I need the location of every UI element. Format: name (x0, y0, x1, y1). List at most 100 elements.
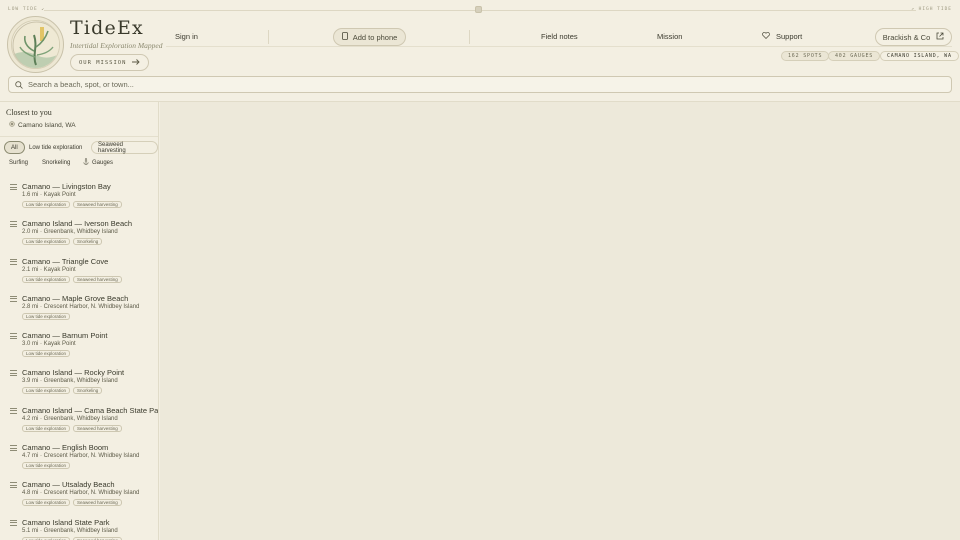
spot-tags: Low tide explorationSeaweed harvesting (22, 499, 122, 507)
sidebar-rule (0, 136, 158, 137)
drag-handle-icon[interactable] (10, 407, 17, 414)
add-to-phone-button[interactable]: Add to phone (333, 28, 406, 46)
support-label: Support (776, 32, 803, 41)
map-canvas[interactable] (160, 102, 960, 540)
spot-tag: Low tide exploration (22, 462, 71, 470)
spot-list-item[interactable]: Camano Island — Iverson Beach 2.0 mi · Gr… (0, 215, 158, 252)
nav-separator (469, 30, 470, 44)
phone-icon (341, 32, 348, 42)
filter-label: All (11, 144, 18, 151)
mission-link[interactable]: Mission (657, 32, 682, 41)
spot-tag: Seaweed harvesting (73, 424, 122, 432)
current-location[interactable]: Camano Island, WA (9, 121, 76, 129)
spot-name: Camano — Triangle Cove (22, 256, 109, 266)
gauges-count-chip: 402 GAUGES (828, 51, 881, 61)
brackish-co-button[interactable]: Brackish & Co (875, 28, 952, 46)
spot-name: Camano — English Boom (22, 443, 109, 453)
add-to-phone-label: Add to phone (352, 32, 398, 42)
filter-low-tide[interactable]: Low tide exploration (23, 141, 88, 154)
spot-list-item[interactable]: Camano Island State Park 5.1 mi · Greenba… (0, 514, 158, 540)
spot-tags: Low tide exploration Snorkeling (22, 387, 103, 395)
drag-handle-icon[interactable] (10, 258, 17, 265)
sidebar: Closest to you Camano Island, WA All Low… (0, 102, 159, 540)
filter-all[interactable]: All (4, 141, 25, 154)
filter-gauges[interactable]: Gauges (77, 156, 119, 169)
low-tide-label: LOW TIDE ↙ (8, 7, 46, 12)
location-pin-icon (9, 121, 15, 129)
external-link-icon (936, 32, 944, 42)
drag-handle-icon[interactable] (10, 445, 17, 452)
spot-tags: Low tide exploration Snorkeling (22, 238, 103, 246)
drag-handle-icon[interactable] (10, 482, 17, 489)
spot-list-item[interactable]: Camano — English Boom 4.7 mi · Crescent H… (0, 439, 158, 476)
kelp-seal-icon (11, 20, 60, 69)
location-chip-label: CAMANO ISLAND, WA (887, 53, 952, 59)
spots-count-chip: 162 SPOTS (781, 51, 830, 61)
spot-meta: 3.0 mi · Kayak Point (22, 341, 76, 348)
spot-tags: Low tide explorationSeaweed harvesting (22, 275, 122, 283)
location-chip[interactable]: CAMANO ISLAND, WA (880, 51, 959, 61)
our-mission-button[interactable]: OUR MISSION (70, 54, 150, 71)
spot-meta: 4.8 mi · Crescent Harbor, N. Whidbey Isl… (22, 490, 140, 497)
spot-meta: 4.2 mi · Greenbank, Whidbey Island (22, 415, 118, 422)
spot-list-item[interactable]: Camano — Utsalady Beach 4.8 mi · Crescent… (0, 476, 158, 513)
brackish-co-label: Brackish & Co (882, 32, 931, 42)
gauges-count: 402 GAUGES (835, 53, 874, 59)
spot-meta: 2.1 mi · Kayak Point (22, 266, 76, 273)
tide-slider-handle[interactable] (475, 6, 482, 13)
field-notes-link[interactable]: Field notes (541, 32, 578, 41)
logo-badge[interactable] (7, 16, 64, 73)
spot-tag: Low tide exploration (22, 275, 71, 283)
search-icon (15, 76, 23, 94)
drag-handle-icon[interactable] (10, 519, 17, 526)
nav-separator (268, 30, 269, 44)
spot-tag: Low tide exploration (22, 312, 71, 320)
spot-tags: Low tide explorationSeaweed harvesting (22, 424, 122, 432)
spot-name: Camano — Barnum Point (22, 331, 108, 341)
spot-name: Camano Island State Park (22, 517, 110, 527)
arrow-right-icon (132, 58, 141, 67)
spot-list-item[interactable]: Camano — Maple Grove Beach 2.8 mi · Cresc… (0, 290, 158, 327)
drag-handle-icon[interactable] (10, 221, 17, 228)
spot-tag: Low tide exploration (22, 424, 71, 432)
filter-label: Seaweed harvesting (98, 141, 126, 154)
drag-handle-icon[interactable] (10, 184, 17, 190)
spot-tags: Low tide exploration (22, 312, 71, 320)
spot-list-item[interactable]: Camano Island — Rocky Point 3.9 mi · Gree… (0, 364, 158, 401)
filter-label: Low tide exploration (29, 144, 83, 151)
spot-tag: Low tide exploration (22, 238, 71, 246)
spot-name: Camano Island — Rocky Point (22, 368, 125, 378)
header-rule (166, 46, 952, 47)
spot-list-item[interactable]: Camano — Livingston Bay 1.6 mi · Kayak Po… (0, 178, 158, 215)
spot-name: Camano — Utsalady Beach (22, 480, 115, 490)
filter-surfing[interactable]: Surfing (3, 156, 34, 169)
anchor-icon (83, 158, 89, 167)
drag-handle-icon[interactable] (10, 295, 17, 302)
tide-strip: LOW TIDE ↙ ↗ HIGH TIDE (0, 0, 960, 20)
spot-tag: Seaweed harvesting (73, 499, 122, 507)
spot-meta: 4.7 mi · Crescent Harbor, N. Whidbey Isl… (22, 453, 140, 460)
spot-name: Camano Island — Iverson Beach (22, 219, 133, 229)
filter-snorkeling[interactable]: Snorkeling (36, 156, 76, 169)
search-bar[interactable] (8, 76, 952, 93)
spot-name: Camano Island — Cama Beach State Park (22, 405, 159, 415)
search-input[interactable] (28, 80, 951, 89)
spot-meta: 5.1 mi · Greenbank, Whidbey Island (22, 527, 118, 534)
spot-list-item[interactable]: Camano — Triangle Cove 2.1 mi · Kayak Poi… (0, 253, 158, 290)
sign-in-link[interactable]: Sign in (175, 32, 198, 41)
spot-list-item[interactable]: Camano — Barnum Point 3.0 mi · Kayak Poin… (0, 327, 158, 364)
drag-handle-icon[interactable] (10, 333, 17, 340)
filter-seaweed[interactable]: Seaweed harvesting (91, 141, 158, 154)
spot-tags: Low tide explorationSeaweed harvesting (22, 201, 122, 208)
spot-list: Camano — Livingston Bay 1.6 mi · Kayak Po… (0, 178, 159, 540)
support-link[interactable]: Support (762, 32, 802, 41)
spot-meta: 2.8 mi · Crescent Harbor, N. Whidbey Isl… (22, 303, 140, 310)
filter-label: Snorkeling (42, 159, 71, 166)
spot-tags: Low tide exploration (22, 350, 71, 358)
our-mission-label: OUR MISSION (79, 59, 127, 66)
brand-title[interactable]: TideEx (70, 17, 144, 39)
high-tide-label: ↗ HIGH TIDE (911, 7, 952, 12)
drag-handle-icon[interactable] (10, 370, 17, 377)
filter-label: Surfing (9, 159, 29, 166)
spot-list-item[interactable]: Camano Island — Cama Beach State Park 4.2… (0, 402, 159, 439)
